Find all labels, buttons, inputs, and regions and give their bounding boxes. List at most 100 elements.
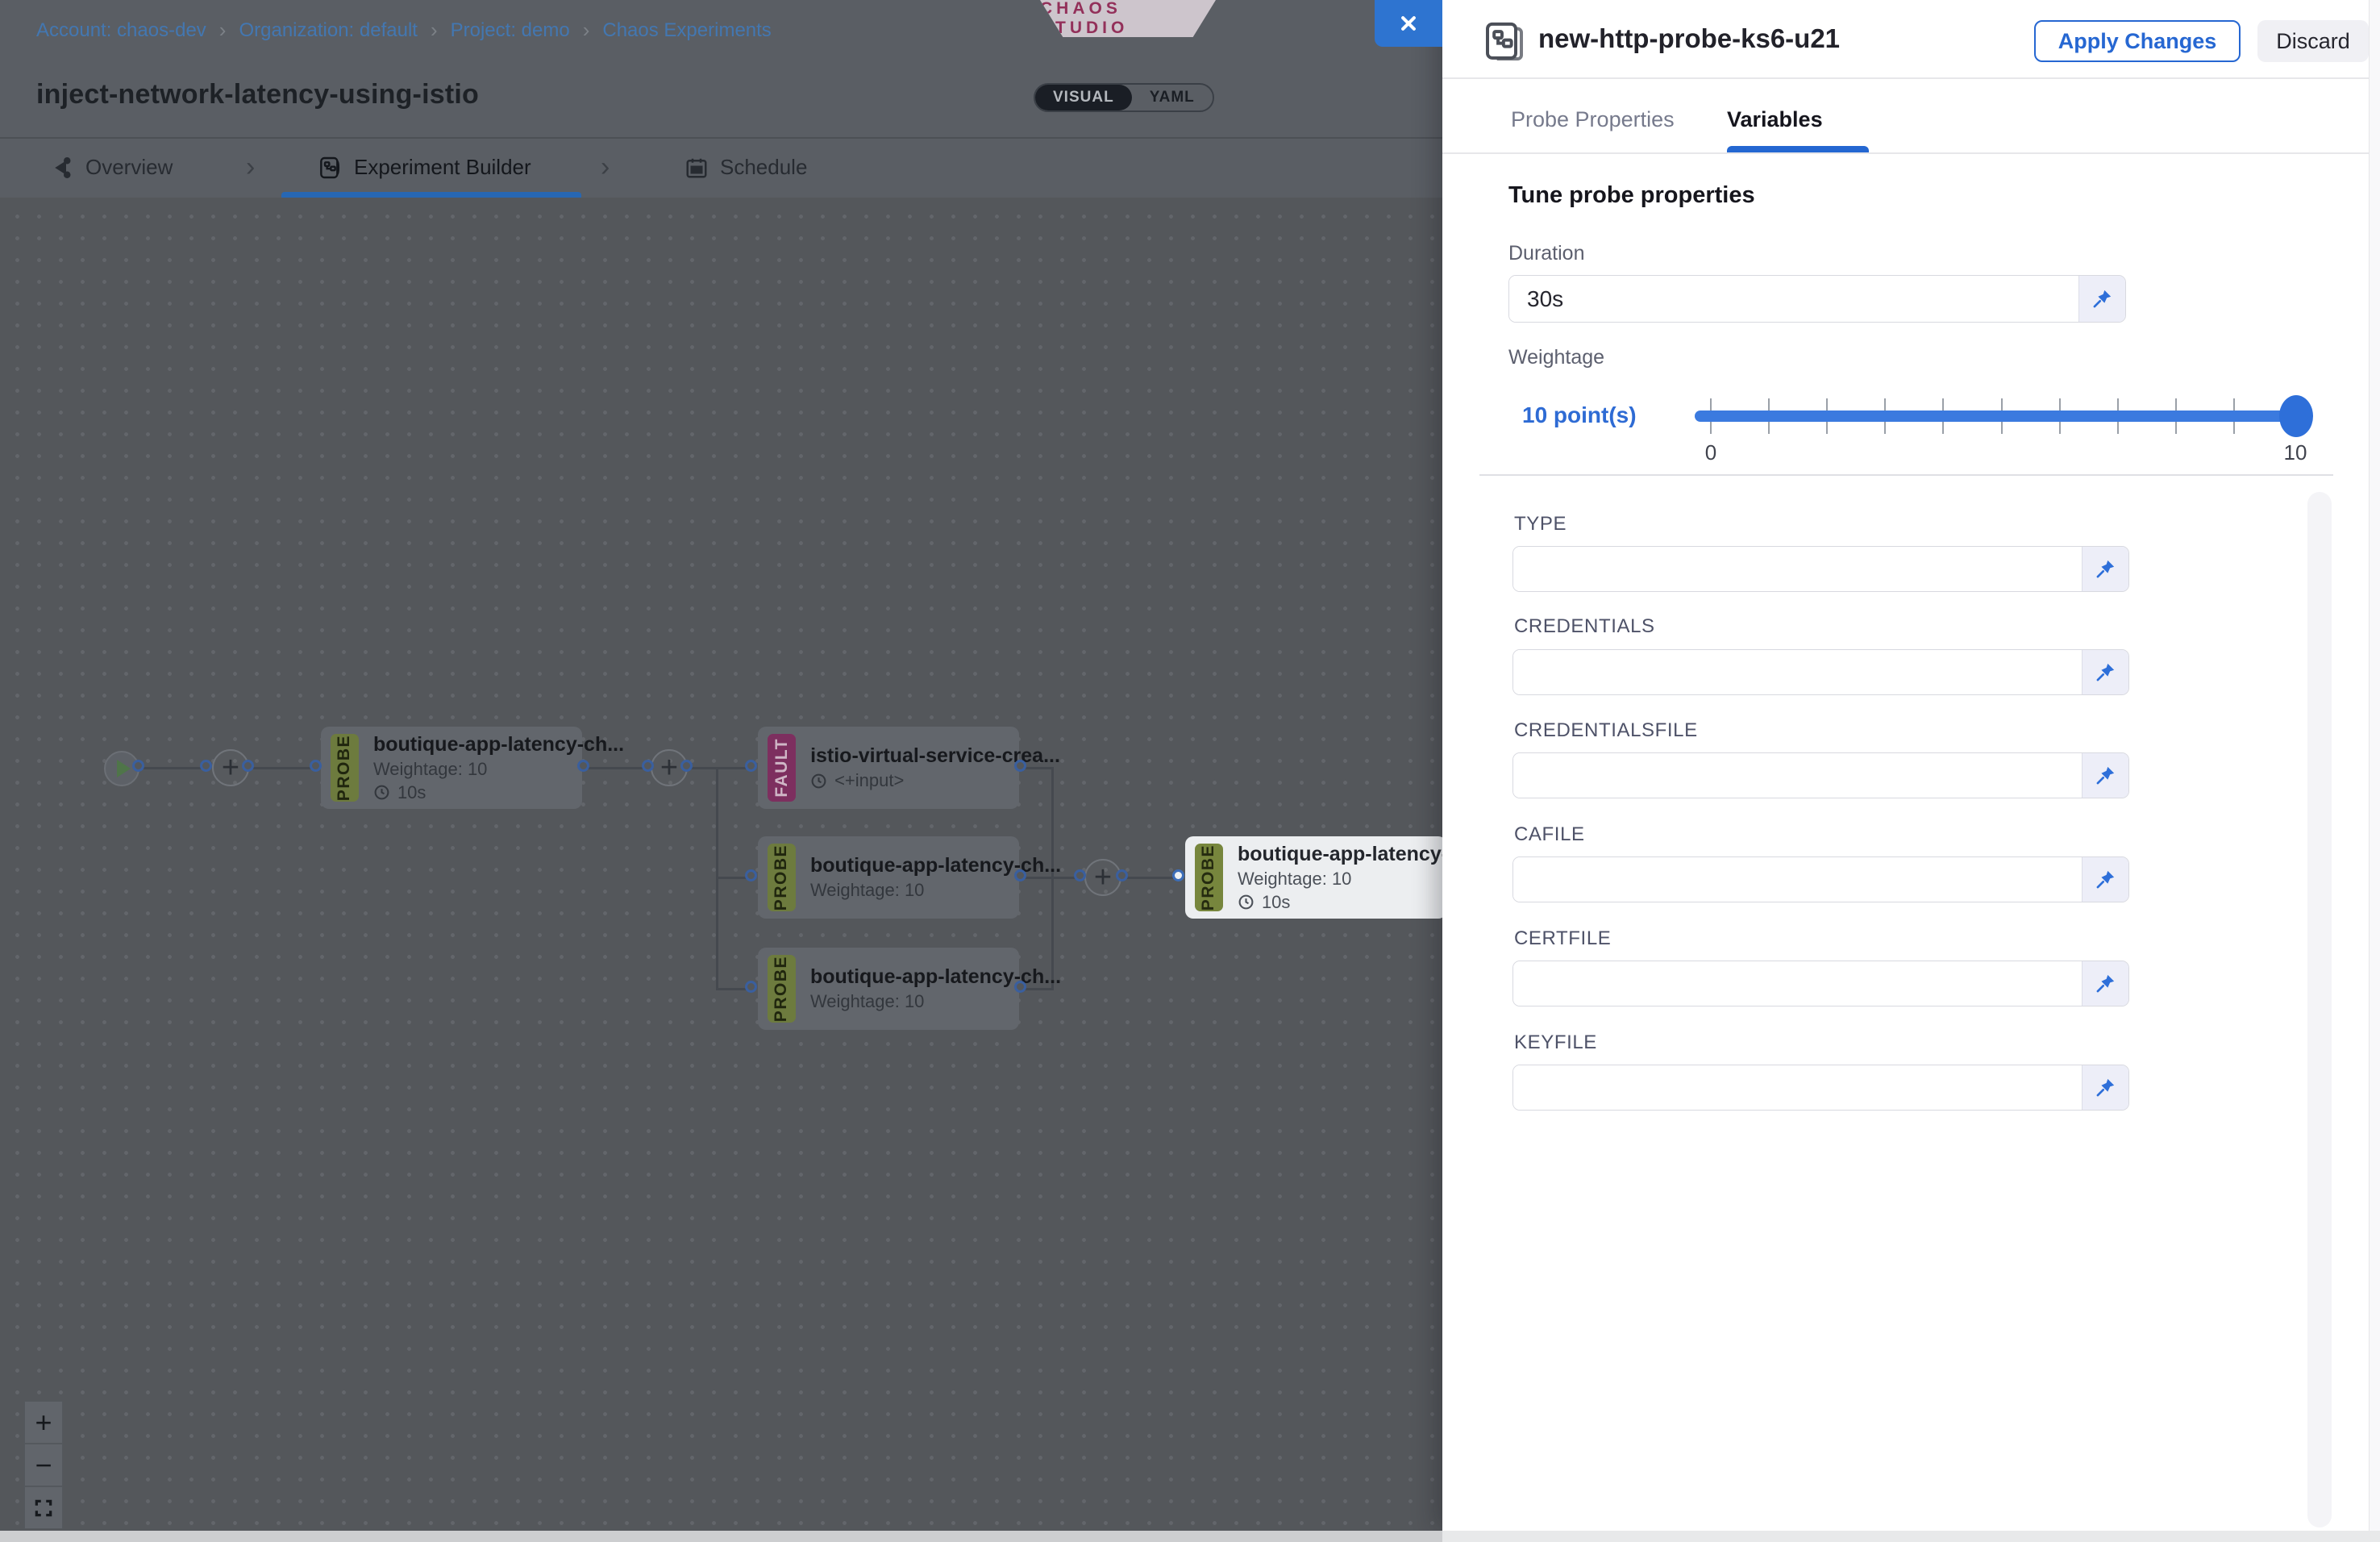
breadcrumb-organization[interactable]: Organization: default <box>239 19 417 42</box>
tab-experiment-builder[interactable]: Experiment Builder <box>317 138 531 197</box>
nav-chevron-icon: › <box>246 138 255 197</box>
node-body: boutique-app-latency-ch... Weightage: 10 <box>810 965 1009 1012</box>
variable-label-keyfile: KEYFILE <box>1514 1031 1597 1054</box>
apply-changes-button[interactable]: Apply Changes <box>2034 20 2241 62</box>
visual-toggle-button[interactable]: VISUAL <box>1035 85 1132 110</box>
close-panel-button[interactable] <box>1375 0 1442 47</box>
window-horizontal-scrollbar[interactable] <box>1442 1531 2380 1542</box>
breadcrumb-separator: › <box>219 18 227 43</box>
breadcrumb-chaos-experiments[interactable]: Chaos Experiments <box>602 19 771 42</box>
node-duration: 10s <box>1238 892 1437 913</box>
variable-field-type <box>1512 546 2129 592</box>
certfile-pin-button[interactable] <box>2082 961 2128 1006</box>
plus-icon: + <box>35 1406 52 1440</box>
node-probe-3[interactable]: PROBE boutique-app-latency-ch... Weighta… <box>758 948 1019 1030</box>
yaml-toggle-button[interactable]: YAML <box>1132 85 1213 110</box>
pin-icon <box>2091 288 2113 310</box>
canvas-zoom-controls: + − <box>24 1401 63 1529</box>
type-input[interactable] <box>1513 547 2082 591</box>
node-body: boutique-app-latency-ch... Weightage: 10… <box>1238 843 1437 913</box>
credentials-pin-button[interactable] <box>2082 650 2128 694</box>
weightage-slider-track[interactable] <box>1695 411 2305 422</box>
connector-dot <box>745 869 757 881</box>
clock-icon <box>810 773 827 790</box>
pin-icon <box>2095 765 2116 786</box>
tab-overview[interactable]: Overview <box>50 138 173 197</box>
duration-field <box>1508 275 2126 323</box>
fullscreen-button[interactable] <box>24 1486 63 1529</box>
probe-tag-label: PROBE <box>772 844 791 911</box>
zoom-in-button[interactable]: + <box>24 1401 63 1444</box>
play-icon <box>117 760 131 777</box>
duration-input[interactable] <box>1509 276 2078 322</box>
fault-tag: FAULT <box>768 734 796 802</box>
pin-icon <box>2095 661 2116 683</box>
node-title: istio-virtual-service-crea... <box>810 744 1009 768</box>
node-probe-2[interactable]: PROBE boutique-app-latency-ch... Weighta… <box>758 836 1019 919</box>
clock-icon <box>373 784 390 801</box>
keyfile-pin-button[interactable] <box>2082 1065 2128 1110</box>
node-duration: <+input> <box>810 770 1009 791</box>
discard-button[interactable]: Discard <box>2257 20 2369 62</box>
connector-dot <box>1014 760 1026 772</box>
connector-dot <box>310 760 322 772</box>
probe-flow-icon <box>1482 19 1527 65</box>
type-pin-button[interactable] <box>2082 547 2128 591</box>
credentials-input[interactable] <box>1513 650 2082 694</box>
chaos-studio-badge-label: CHAOS STUDIO <box>1040 0 1216 38</box>
connector-line <box>1022 877 1082 879</box>
plus-icon: + <box>222 751 239 786</box>
cafile-pin-button[interactable] <box>2082 857 2128 902</box>
credentialsfile-pin-button[interactable] <box>2082 753 2128 798</box>
connector-dot <box>577 760 589 772</box>
breadcrumb-project[interactable]: Project: demo <box>451 19 570 42</box>
node-weightage: Weightage: 10 <box>373 759 572 780</box>
certfile-input[interactable] <box>1513 961 2082 1006</box>
zoom-out-button[interactable]: − <box>24 1444 63 1486</box>
active-tab-underline <box>281 192 581 198</box>
node-duration-value: 10s <box>397 782 426 803</box>
node-fault[interactable]: FAULT istio-virtual-service-crea... <+in… <box>758 727 1019 809</box>
tab-schedule[interactable]: Schedule <box>684 138 807 197</box>
plus-icon: + <box>660 751 678 786</box>
keyfile-input[interactable] <box>1513 1065 2082 1110</box>
weightage-slider-handle[interactable] <box>2279 395 2313 437</box>
node-title: boutique-app-latency-ch... <box>373 733 572 756</box>
variable-label-type: TYPE <box>1514 513 1567 536</box>
minus-icon: − <box>35 1448 52 1482</box>
connector-line <box>250 767 318 769</box>
node-body: boutique-app-latency-ch... Weightage: 10 <box>810 854 1009 901</box>
connector-line <box>689 767 753 769</box>
panel-scrollbar[interactable] <box>2307 492 2332 1527</box>
variable-label-certfile: CERTFILE <box>1514 927 1611 950</box>
probe-tag: PROBE <box>331 734 359 802</box>
calendar-icon <box>684 156 709 180</box>
window-vertical-scrollbar[interactable] <box>2369 0 2380 1531</box>
connector-dot <box>1172 869 1184 881</box>
probe-tag-label: PROBE <box>772 956 791 1022</box>
connector-dot <box>680 760 693 772</box>
variable-label-credentialsfile: CREDENTIALSFILE <box>1514 719 1698 742</box>
credentialsfile-input[interactable] <box>1513 753 2082 798</box>
connector-line <box>585 767 650 769</box>
header: Account: chaos-dev › Organization: defau… <box>0 0 1442 198</box>
tab-variables[interactable]: Variables <box>1727 103 1823 135</box>
connector-dot <box>1014 869 1026 881</box>
node-title: boutique-app-latency-ch... <box>1238 843 1437 866</box>
connector-dot <box>1014 981 1026 993</box>
node-body: istio-virtual-service-crea... <+input> <box>810 744 1009 791</box>
cafile-input[interactable] <box>1513 857 2082 902</box>
node-probe-4-selected[interactable]: PROBE boutique-app-latency-ch... Weighta… <box>1185 836 1446 919</box>
weightage-label: Weightage <box>1508 346 1604 369</box>
share-icon <box>50 156 74 180</box>
duration-pin-button[interactable] <box>2078 276 2125 322</box>
connector-line <box>1022 767 1051 769</box>
window-horizontal-scrollbar[interactable] <box>0 1531 1442 1542</box>
tab-probe-properties[interactable]: Probe Properties <box>1511 103 1675 135</box>
node-probe-1[interactable]: PROBE boutique-app-latency-ch... Weighta… <box>321 727 582 809</box>
pin-icon <box>2095 869 2116 890</box>
slider-max-label: 10 <box>2270 440 2321 465</box>
nav-chevron-icon: › <box>601 138 610 197</box>
breadcrumb-account[interactable]: Account: chaos-dev <box>36 19 206 42</box>
flow-builder-icon <box>317 155 343 181</box>
